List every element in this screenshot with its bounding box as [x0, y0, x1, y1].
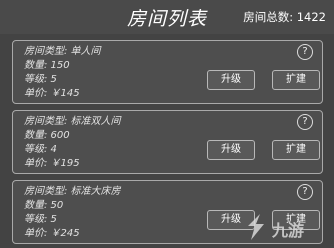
- upgrade-button[interactable]: 升级: [207, 140, 255, 160]
- room-count: 数量: 50: [24, 200, 64, 211]
- expand-button[interactable]: 扩建: [272, 70, 320, 90]
- header-bar: 房间列表 房间总数: 1422: [0, 0, 334, 34]
- watermark: 九游: [242, 210, 312, 244]
- room-level: 等级: 4: [24, 144, 57, 155]
- help-icon[interactable]: ?: [297, 44, 313, 60]
- expand-button[interactable]: 扩建: [272, 140, 320, 160]
- room-count: 数量: 150: [24, 60, 70, 71]
- help-icon[interactable]: ?: [297, 184, 313, 200]
- room-total-count: 房间总数: 1422: [243, 10, 326, 24]
- upgrade-button[interactable]: 升级: [207, 70, 255, 90]
- room-type: 房间类型: 标准双人间: [24, 116, 121, 127]
- room-count: 数量: 600: [24, 130, 70, 141]
- room-level: 等级: 5: [24, 214, 57, 225]
- room-level: 等级: 5: [24, 74, 57, 85]
- room-type: 房间类型: 单人间: [24, 46, 101, 57]
- room-card-single: 房间类型: 单人间 数量: 150 等级: 5 单价: ￥145 ? 升级 扩建: [12, 40, 323, 104]
- room-price: 单价: ￥245: [24, 228, 80, 239]
- watermark-logo-icon: [248, 214, 264, 240]
- room-card-standard-twin: 房间类型: 标准双人间 数量: 600 等级: 4 单价: ￥195 ? 升级 …: [12, 110, 323, 174]
- room-type: 房间类型: 标准大床房: [24, 186, 121, 197]
- room-price: 单价: ￥145: [24, 88, 80, 99]
- room-price: 单价: ￥195: [24, 158, 80, 169]
- help-icon[interactable]: ?: [297, 114, 313, 130]
- watermark-text: 九游: [272, 221, 305, 240]
